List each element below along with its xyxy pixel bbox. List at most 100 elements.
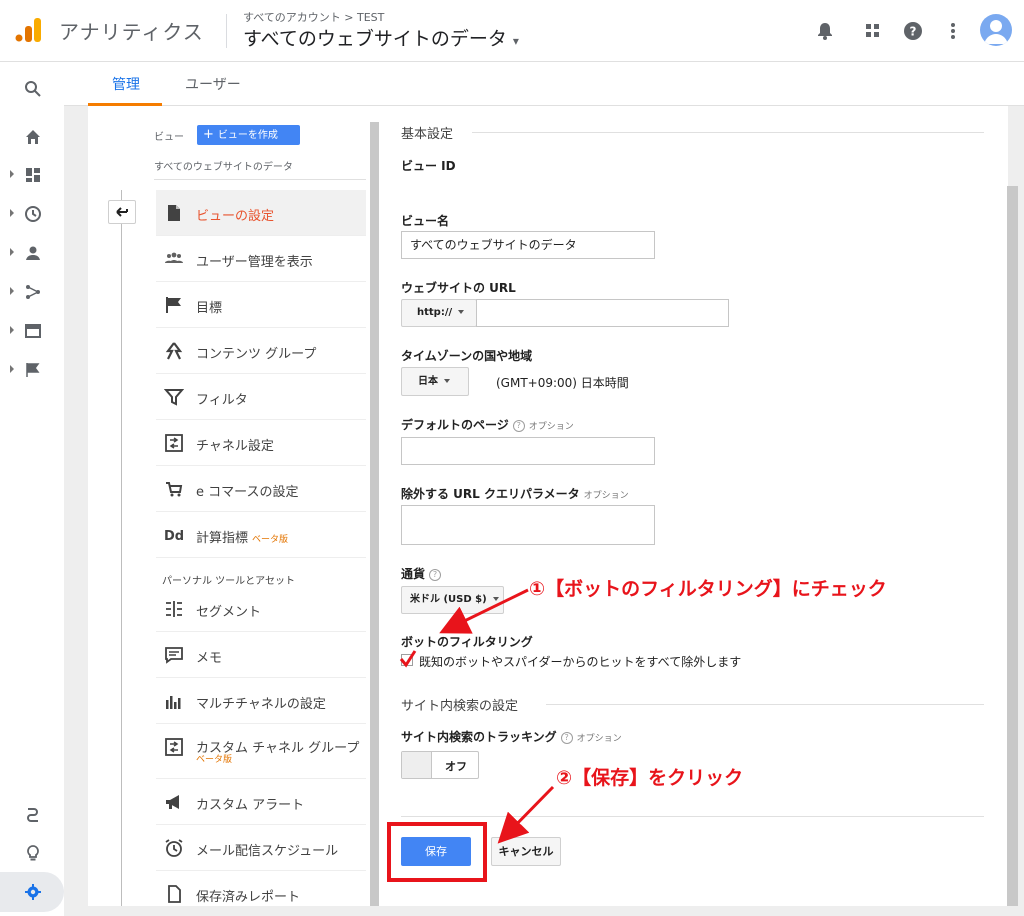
menu-label: ビューの設定 xyxy=(196,209,275,224)
site-search-toggle[interactable]: オフ xyxy=(401,751,479,779)
content-group-icon xyxy=(165,342,183,360)
menu-label: 目標 xyxy=(196,301,223,316)
menu-annotations[interactable]: メモ xyxy=(156,632,366,678)
menu-view-settings[interactable]: ビューの設定 xyxy=(156,190,366,236)
apps-grid-icon[interactable] xyxy=(862,20,884,42)
svg-text:?: ? xyxy=(910,25,917,39)
person-icon xyxy=(26,246,40,260)
menu-multichannel-settings[interactable]: マルチチャネルの設定 xyxy=(156,678,366,724)
optional-label: オプション xyxy=(576,734,622,744)
filter-icon xyxy=(164,389,184,406)
timezone-value: (GMT+09:00) 日本時間 xyxy=(496,376,629,390)
settings-scrollbar[interactable] xyxy=(1007,186,1018,906)
memo-icon xyxy=(165,647,183,664)
site-search-tracking-text: サイト内検索のトラッキング xyxy=(401,730,557,744)
help-icon[interactable]: ? xyxy=(560,731,573,744)
exclude-params-text: 除外する URL クエリパラメータ xyxy=(401,487,580,501)
multichannel-icon xyxy=(166,696,181,709)
rail-discover[interactable] xyxy=(0,838,64,868)
rail-search[interactable] xyxy=(0,74,64,104)
alarm-clock-icon xyxy=(165,839,183,857)
menu-label: チャネル設定 xyxy=(196,439,274,454)
expand-triangle-icon xyxy=(10,326,14,334)
segment-icon xyxy=(166,601,182,617)
view-name-input[interactable]: すべてのウェブサイトのデータ xyxy=(401,231,655,259)
currency-label: 通貨? xyxy=(401,565,442,582)
tab-users[interactable]: ユーザー xyxy=(185,74,241,94)
top-bar: アナリティクス すべてのアカウント > TEST すべてのウェブサイトのデータ ▾… xyxy=(0,0,1024,62)
help-icon[interactable]: ? xyxy=(902,20,924,42)
rail-attribution[interactable] xyxy=(0,800,64,830)
timezone-country-select[interactable]: 日本 xyxy=(401,367,469,396)
menu-filters[interactable]: フィルタ xyxy=(156,374,366,420)
optional-label: オプション xyxy=(583,491,629,501)
menu-scheduled-emails[interactable]: メール配信スケジュール xyxy=(156,825,366,871)
collapse-button[interactable] xyxy=(108,200,136,224)
default-page-label: デフォルトのページ? オプション xyxy=(401,416,574,433)
dropdown-arrow-icon xyxy=(458,310,465,314)
basic-settings-heading: 基本設定 xyxy=(401,127,454,142)
dashboard-icon xyxy=(26,168,40,182)
view-selector[interactable]: すべてのウェブサイトのデータ xyxy=(154,158,293,173)
menu-custom-alerts[interactable]: カスタム アラート xyxy=(156,779,366,825)
expand-triangle-icon xyxy=(10,170,14,178)
property-selector[interactable]: すべてのウェブサイトのデータ ▾ xyxy=(243,24,519,51)
currency-select[interactable]: 米ドル (USD $) xyxy=(401,586,504,614)
rail-realtime[interactable] xyxy=(0,199,64,229)
website-url-input[interactable] xyxy=(476,299,729,327)
help-icon[interactable]: ? xyxy=(429,568,442,581)
search-icon xyxy=(25,81,41,97)
dropdown-arrow-icon xyxy=(492,597,499,601)
avatar[interactable] xyxy=(980,14,1012,46)
menu-saved-reports[interactable]: 保存済みレポート xyxy=(156,871,366,906)
column-scrollbar[interactable] xyxy=(370,122,379,906)
rail-behavior[interactable] xyxy=(0,316,64,346)
rail-customization[interactable] xyxy=(0,160,64,190)
menu-view-user-management[interactable]: ユーザー管理を表示 xyxy=(156,236,366,282)
exclude-params-label: 除外する URL クエリパラメータ オプション xyxy=(401,485,629,502)
divider xyxy=(401,816,984,817)
menu-content-grouping[interactable]: コンテンツ グループ xyxy=(156,328,366,374)
cancel-button[interactable]: キャンセル xyxy=(491,837,561,866)
acquisition-icon xyxy=(26,285,40,299)
tree-line xyxy=(121,190,122,906)
menu-calculated-metrics[interactable]: Dd 計算指標 ベータ版 xyxy=(156,512,366,558)
rail-admin[interactable] xyxy=(0,877,64,907)
user-icon xyxy=(984,20,1008,44)
expand-triangle-icon xyxy=(10,209,14,217)
menu-label: セグメント xyxy=(196,605,262,620)
custom-channel-icon xyxy=(165,738,183,756)
menu-segments[interactable]: セグメント xyxy=(156,586,366,632)
optional-label: オプション xyxy=(528,422,574,432)
rail-conversions[interactable] xyxy=(0,355,64,385)
menu-label: カスタム アラート xyxy=(196,798,305,813)
save-button[interactable]: 保存 xyxy=(401,837,471,866)
rail-home[interactable] xyxy=(0,122,64,152)
help-icon[interactable]: ? xyxy=(512,419,525,432)
breadcrumb[interactable]: すべてのアカウント > TEST xyxy=(243,9,384,25)
menu-goals[interactable]: 目標 xyxy=(156,282,366,328)
more-vert-icon[interactable] xyxy=(942,20,964,42)
site-search-heading: サイト内検索の設定 xyxy=(401,699,519,714)
analytics-logo-icon[interactable] xyxy=(14,16,42,44)
checkmark-icon xyxy=(399,650,417,668)
expand-triangle-icon xyxy=(10,287,14,295)
saved-report-icon xyxy=(168,885,181,903)
toggle-state: オフ xyxy=(445,760,467,773)
menu-custom-channel-grouping[interactable]: カスタム チャネル グループ ベータ版 xyxy=(156,724,366,779)
bell-icon[interactable] xyxy=(814,20,836,42)
exclude-params-textarea[interactable] xyxy=(401,505,655,545)
rail-acquisition[interactable] xyxy=(0,277,64,307)
rail-audience[interactable] xyxy=(0,238,64,268)
tab-admin[interactable]: 管理 xyxy=(112,74,140,94)
default-page-input[interactable] xyxy=(401,437,655,465)
currency-text: 通貨 xyxy=(401,567,426,581)
people-icon xyxy=(165,252,183,263)
left-rail xyxy=(0,62,64,916)
menu-ecommerce-settings[interactable]: e コマースの設定 xyxy=(156,466,366,512)
url-protocol-select[interactable]: http:// xyxy=(401,299,477,327)
menu-label: e コマースの設定 xyxy=(196,485,299,500)
create-view-button[interactable]: + ビューを作成 xyxy=(197,125,300,145)
menu-channel-settings[interactable]: チャネル設定 xyxy=(156,420,366,466)
create-view-label: ビューを作成 xyxy=(217,130,278,141)
